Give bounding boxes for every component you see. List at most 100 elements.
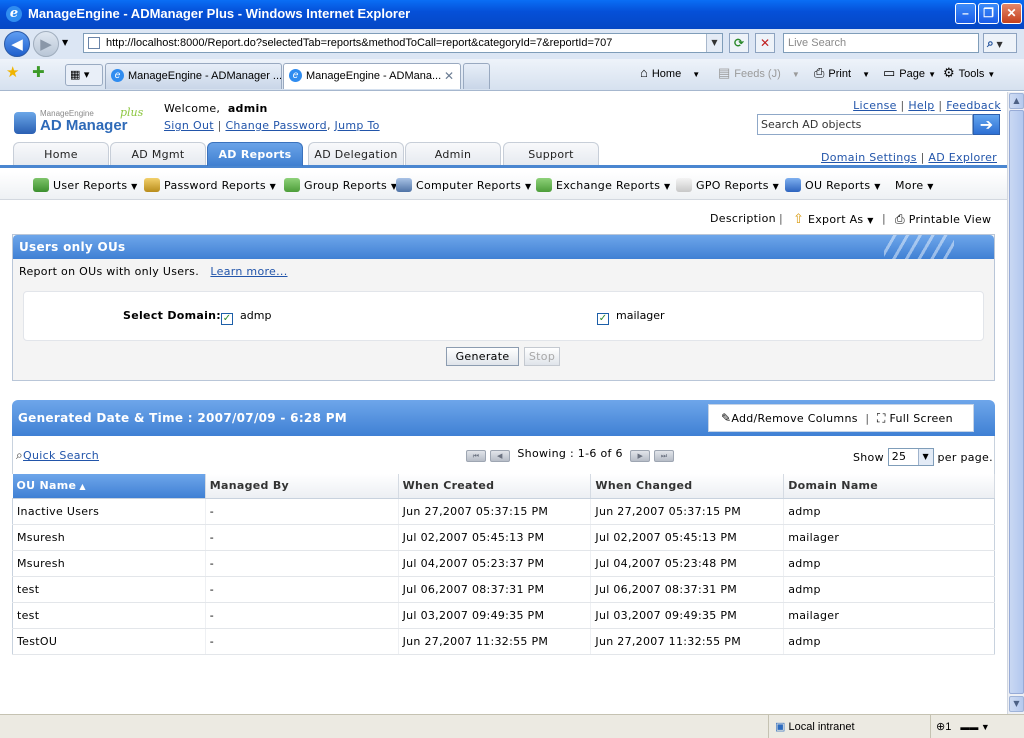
license-link[interactable]: License <box>853 99 897 112</box>
tab-ad-delegation[interactable]: AD Delegation <box>308 142 404 165</box>
refresh-icon[interactable]: ⟳ <box>729 33 749 53</box>
next-page-icon[interactable]: ▶ <box>630 450 651 462</box>
ad-explorer-link[interactable]: AD Explorer <box>928 151 997 164</box>
domain-option-mailager[interactable]: ✓ mailager <box>597 309 665 325</box>
column-header[interactable]: Domain Name <box>783 474 995 499</box>
results-table: OU Name ▲ Managed By When Created When Chan… <box>12 474 995 655</box>
table-row[interactable]: Inactive Users - Jun 27,2007 05:37:15 PM Ju… <box>12 498 995 525</box>
user-links: Sign Out | Change Password, Jump To <box>164 119 380 132</box>
more-menu[interactable]: More ▼ <box>895 178 934 195</box>
tab-ad-reports[interactable]: AD Reports <box>207 142 303 166</box>
description-link[interactable]: Description <box>710 212 776 225</box>
add-remove-columns-link[interactable]: ✎Add/Remove Columns <box>721 411 858 425</box>
table-row[interactable]: test - Jul 06,2007 08:37:31 PM Jul 06,2007 … <box>12 576 995 603</box>
last-page-icon[interactable]: ⏭ <box>654 450 675 462</box>
close-window-button[interactable]: ✕ <box>1001 3 1022 24</box>
column-header[interactable]: Managed By <box>205 474 399 499</box>
logo-product: AD Manager <box>40 117 128 134</box>
printable-view-link[interactable]: ⎙ Printable View <box>895 212 991 227</box>
home-command[interactable]: ⌂ Home ▼ <box>640 64 700 84</box>
domain-name: mailager <box>616 309 665 322</box>
exchange-reports-menu[interactable]: Exchange Reports ▼ <box>536 178 671 195</box>
column-header[interactable]: When Created <box>398 474 592 499</box>
learn-more-link[interactable]: Learn more... <box>210 265 287 278</box>
minimize-button[interactable]: – <box>955 3 976 24</box>
vertical-scrollbar[interactable]: ▲ ▼ <box>1007 92 1024 714</box>
back-button[interactable]: ◀ <box>4 31 30 57</box>
per-page-label: per page. <box>937 451 993 464</box>
page-menu-icon: ▭ <box>883 65 896 80</box>
favorites-star-icon[interactable]: ★ <box>6 63 19 81</box>
print-command[interactable]: ⎙ Print ▼ <box>814 64 870 84</box>
table-row[interactable]: Msuresh - Jul 02,2007 05:45:13 PM Jul 02,20… <box>12 524 995 551</box>
table-body: Inactive Users - Jun 27,2007 05:37:15 PM Ju… <box>12 498 995 655</box>
gpo-icon <box>676 178 692 192</box>
ad-search-input[interactable]: Search AD objects <box>757 114 973 135</box>
first-page-icon[interactable]: ⏮ <box>466 450 486 462</box>
tab-admin[interactable]: Admin <box>405 142 501 165</box>
export-as-menu[interactable]: ⇧ Export As ▼ <box>793 212 874 227</box>
tools-command[interactable]: ⚙ Tools ▼ <box>943 64 995 84</box>
scroll-up-icon[interactable]: ▲ <box>1009 93 1024 109</box>
domain-checkbox[interactable]: ✓ <box>221 313 233 325</box>
table-row[interactable]: test - Jul 03,2007 09:49:35 PM Jul 03,2007 … <box>12 602 995 629</box>
search-icon[interactable]: ⌕ ▼ <box>983 33 1017 53</box>
welcome-text: Welcome, admin <box>164 102 268 115</box>
address-bar[interactable]: http://localhost:8000/Report.do?selected… <box>83 33 723 53</box>
full-screen-link[interactable]: ⛶ Full Screen <box>877 411 953 425</box>
new-tab-button[interactable] <box>463 63 490 89</box>
search-go-arrow-icon[interactable]: ➔ <box>973 114 1000 135</box>
ou-reports-menu[interactable]: OU Reports ▼ <box>785 178 881 195</box>
zoom-control[interactable]: ⊕1 ▬▬ ▼ <box>936 720 990 733</box>
jump-to-link[interactable]: Jump To <box>335 119 380 132</box>
forward-button[interactable]: ▶ <box>33 31 59 57</box>
group-reports-menu[interactable]: Group Reports ▼ <box>284 178 397 195</box>
close-tab-icon[interactable]: ✕ <box>444 64 454 88</box>
generate-button[interactable]: Generate <box>446 347 519 366</box>
user-reports-menu[interactable]: User Reports ▼ <box>33 178 138 195</box>
tab-support[interactable]: Support <box>503 142 599 165</box>
feedback-link[interactable]: Feedback <box>946 99 1001 112</box>
page-icon <box>88 37 100 49</box>
domain-checkbox[interactable]: ✓ <box>597 313 609 325</box>
browser-tab-1[interactable]: e ManageEngine - ADManager ... <box>105 63 282 89</box>
table-row[interactable]: TestOU - Jun 27,2007 11:32:55 PM Jun 27,200… <box>12 628 995 655</box>
quick-tabs-icon[interactable]: ▦ ▾ <box>65 64 103 86</box>
key-icon <box>144 178 160 192</box>
scrollbar-thumb[interactable] <box>1009 110 1024 694</box>
page-size-select[interactable]: 25 ▼ <box>887 448 934 466</box>
page-command[interactable]: ▭ Page ▼ <box>883 64 936 84</box>
domain-option-admp[interactable]: ✓ admp <box>221 309 271 325</box>
help-link[interactable]: Help <box>908 99 934 112</box>
magnifier-icon: ⌕ <box>16 448 24 462</box>
edit-columns-icon: ✎ <box>721 411 732 425</box>
gpo-reports-menu[interactable]: GPO Reports ▼ <box>676 178 779 195</box>
feeds-command[interactable]: ▤ Feeds (J) ▼ <box>718 64 800 84</box>
live-search-input[interactable]: Live Search <box>783 33 979 53</box>
column-header[interactable]: OU Name ▲ <box>12 474 206 499</box>
stop-button[interactable]: Stop <box>524 347 560 366</box>
password-reports-menu[interactable]: Password Reports ▼ <box>144 178 276 195</box>
address-dropdown-icon[interactable]: ▼ <box>706 34 722 52</box>
domain-select-box: Select Domain: ✓ admp ✓ mailager <box>23 291 984 341</box>
tab-home[interactable]: Home <box>13 142 109 165</box>
recent-pages-dropdown-icon[interactable]: ▼ <box>62 38 68 47</box>
header-stripes <box>884 235 954 259</box>
tab-ad-mgmt[interactable]: AD Mgmt <box>110 142 206 165</box>
change-password-link[interactable]: Change Password <box>225 119 327 132</box>
quick-search-link[interactable]: ⌕Quick Search <box>16 448 99 463</box>
table-row[interactable]: Msuresh - Jul 04,2007 05:23:37 PM Jul 04,20… <box>12 550 995 577</box>
sign-out-link[interactable]: Sign Out <box>164 119 214 132</box>
column-header[interactable]: When Changed <box>590 474 785 499</box>
table-cell: test <box>12 602 206 629</box>
computer-reports-menu[interactable]: Computer Reports ▼ <box>396 178 531 195</box>
zoom-icon: ⊕ <box>936 721 946 733</box>
previous-page-icon[interactable]: ◀ <box>489 450 510 462</box>
maximize-button[interactable]: ❐ <box>978 3 999 24</box>
add-favorites-icon[interactable]: ✚ <box>32 63 45 81</box>
scroll-down-icon[interactable]: ▼ <box>1009 696 1024 712</box>
table-cell: - <box>205 602 399 629</box>
domain-settings-link[interactable]: Domain Settings <box>821 151 917 164</box>
browser-tab-2[interactable]: e ManageEngine - ADMana... ✕ <box>283 63 461 89</box>
stop-icon[interactable]: ✕ <box>755 33 775 53</box>
